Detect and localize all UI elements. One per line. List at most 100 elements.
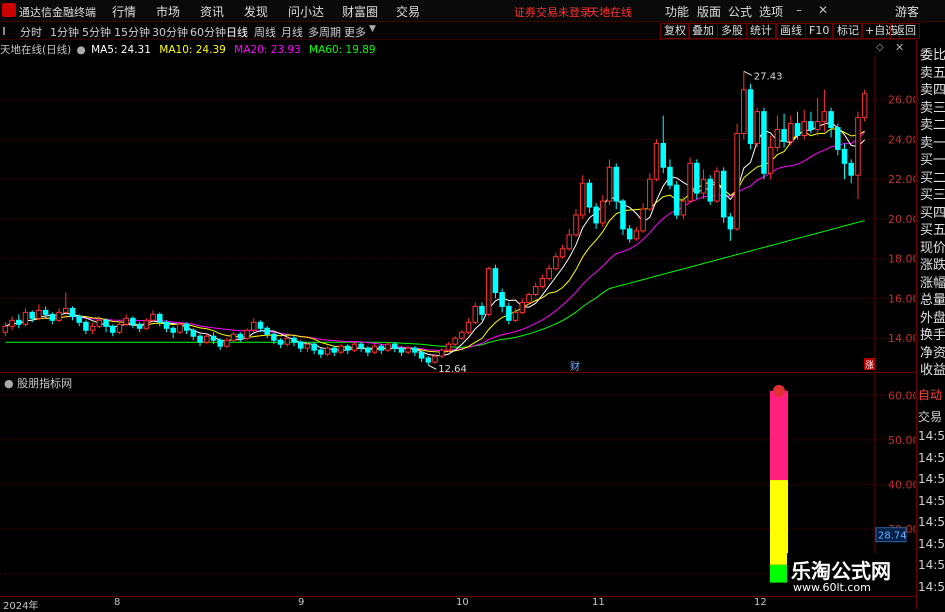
menu-item-options[interactable]: 选项 (759, 3, 783, 20)
candle (747, 89, 754, 144)
draw-line-button[interactable]: 画线 (776, 23, 806, 39)
candle (781, 129, 787, 142)
candle (183, 323, 190, 331)
back-button[interactable]: 返回 (890, 23, 920, 39)
settings-icon[interactable]: ● (77, 44, 86, 56)
quote-field-label[interactable]: 涨幅 (920, 272, 945, 291)
price-chart[interactable]: 26.00 24.00 22.00 20.00 18.00 16.00 14.00 27.43… (0, 56, 915, 372)
candle (76, 315, 82, 323)
indicator-chart[interactable]: 60.0050.0040.0030.0020.0028.74 (0, 373, 915, 596)
multi-stock-button[interactable]: 多股 (717, 23, 747, 39)
menu-item-formula[interactable]: 公式 (728, 3, 752, 20)
minimize-icon[interactable]: – (796, 3, 802, 17)
candle (143, 319, 150, 329)
quote-field-label[interactable]: 卖二 (920, 114, 945, 133)
candle (720, 170, 727, 218)
quote-field-label[interactable]: 买五 (920, 219, 945, 238)
candle (647, 178, 653, 210)
menu-item-discover[interactable]: 发现 (244, 3, 268, 20)
indicator-y-tick: 50.00 (888, 434, 915, 447)
tab-30min[interactable]: 30分钟 (152, 24, 188, 40)
tab-weekly[interactable]: 周线 (254, 24, 276, 40)
menu-item-layout[interactable]: 版面 (697, 3, 721, 20)
candle (546, 268, 552, 280)
chevron-down-icon[interactable]: ▼ (369, 24, 376, 34)
menu-item-ask[interactable]: 问小达 (288, 3, 324, 20)
candle (297, 341, 304, 349)
tab-daily[interactable]: 日线 (226, 24, 248, 40)
f10-button[interactable]: F10 (805, 23, 834, 39)
quote-field-label[interactable]: 收益 (920, 359, 945, 378)
candle (2, 325, 9, 333)
quote-field-label[interactable]: 卖一 (920, 132, 945, 151)
y-tick-label: 14.00 (888, 332, 915, 345)
tab-intraday[interactable]: 分时 (20, 24, 42, 40)
candle (687, 162, 693, 202)
close-chart-icon[interactable]: ✕ (895, 41, 904, 54)
candle (69, 307, 76, 317)
candle (680, 200, 687, 216)
collapse-icon[interactable] (3, 27, 9, 35)
menu-item-news[interactable]: 资讯 (200, 3, 224, 20)
tab-1min[interactable]: 1分钟 (50, 24, 79, 40)
quote-field-label[interactable]: 外盘 (920, 307, 945, 326)
candle (150, 313, 156, 321)
adjust-button[interactable]: 复权 (660, 23, 690, 39)
quote-field-label[interactable]: 总量 (920, 289, 945, 308)
tab-15min[interactable]: 15分钟 (114, 24, 150, 40)
login-warning[interactable]: 证券交易未登录 (514, 4, 591, 20)
candle (492, 268, 499, 294)
ma-legend: 天地在线(日线) ● MA5: 24.31 MA10: 24.39 MA20: … (0, 42, 376, 56)
tab-multi-period[interactable]: 多周期 (308, 24, 341, 40)
candle (29, 311, 35, 319)
quote-field-label[interactable]: 净资 (920, 342, 945, 361)
candle (136, 323, 143, 329)
quote-field-label[interactable]: 买三 (920, 184, 945, 203)
quote-field-label[interactable]: 委比 (920, 44, 945, 63)
candle (170, 327, 176, 333)
candle (103, 319, 109, 327)
menu-item-market[interactable]: 市场 (156, 3, 180, 20)
statistics-button[interactable]: 统计 (746, 23, 776, 39)
quote-field-label[interactable]: 涨跌 (920, 254, 945, 273)
y-tick-label: 18.00 (888, 253, 915, 266)
menu-item-wealth[interactable]: 财富圈 (342, 3, 378, 20)
quote-field-label[interactable]: 换手 (920, 324, 945, 343)
quote-field-label[interactable]: 买二 (920, 167, 945, 186)
mark-button[interactable]: 标记 (833, 23, 863, 39)
tab-60min[interactable]: 60分钟 (190, 24, 226, 40)
menu-item-function[interactable]: 功能 (665, 3, 689, 20)
tab-monthly[interactable]: 月线 (281, 24, 303, 40)
trade-field-label[interactable]: 交易 (918, 408, 945, 425)
menu-bar: 通达信金融终端 行情 市场 资讯 发现 问小达 财富圈 交易 证券交易未登录 天… (0, 0, 945, 22)
candle (794, 123, 801, 136)
quote-field-label[interactable]: 卖四 (920, 79, 945, 98)
event-marker: 财 (570, 360, 580, 372)
quote-field-label[interactable]: 卖五 (920, 62, 945, 81)
low-label: 12.64 (438, 364, 467, 372)
candle (284, 337, 291, 345)
tab-5min[interactable]: 5分钟 (82, 24, 111, 40)
menu-item-quotes[interactable]: 行情 (112, 3, 136, 20)
diamond-icon[interactable]: ◇ (876, 42, 884, 53)
guest-label[interactable]: 游客 (895, 3, 919, 20)
quote-field-label[interactable]: 现价 (920, 237, 945, 256)
stock-chart-title: 天地在线(日线) (0, 44, 72, 56)
quote-field-label[interactable]: 卖三 (920, 97, 945, 116)
candle (338, 345, 344, 353)
candle (123, 317, 129, 325)
overlay-button[interactable]: 叠加 (688, 23, 718, 39)
trade-time-label: 14:56 (918, 450, 945, 465)
candle (271, 333, 277, 341)
candle (203, 335, 210, 343)
candle (573, 214, 579, 236)
trade-field-label[interactable]: 自动 (918, 386, 945, 403)
menu-item-trade[interactable]: 交易 (396, 3, 420, 20)
candle (318, 349, 324, 355)
tab-more[interactable]: 更多 (344, 24, 366, 40)
candle (217, 339, 223, 347)
close-icon[interactable]: ✕ (818, 3, 828, 17)
quote-field-label[interactable]: 买一 (920, 149, 945, 168)
quote-field-label[interactable]: 买四 (920, 202, 945, 221)
app-title: 通达信金融终端 (19, 6, 96, 19)
